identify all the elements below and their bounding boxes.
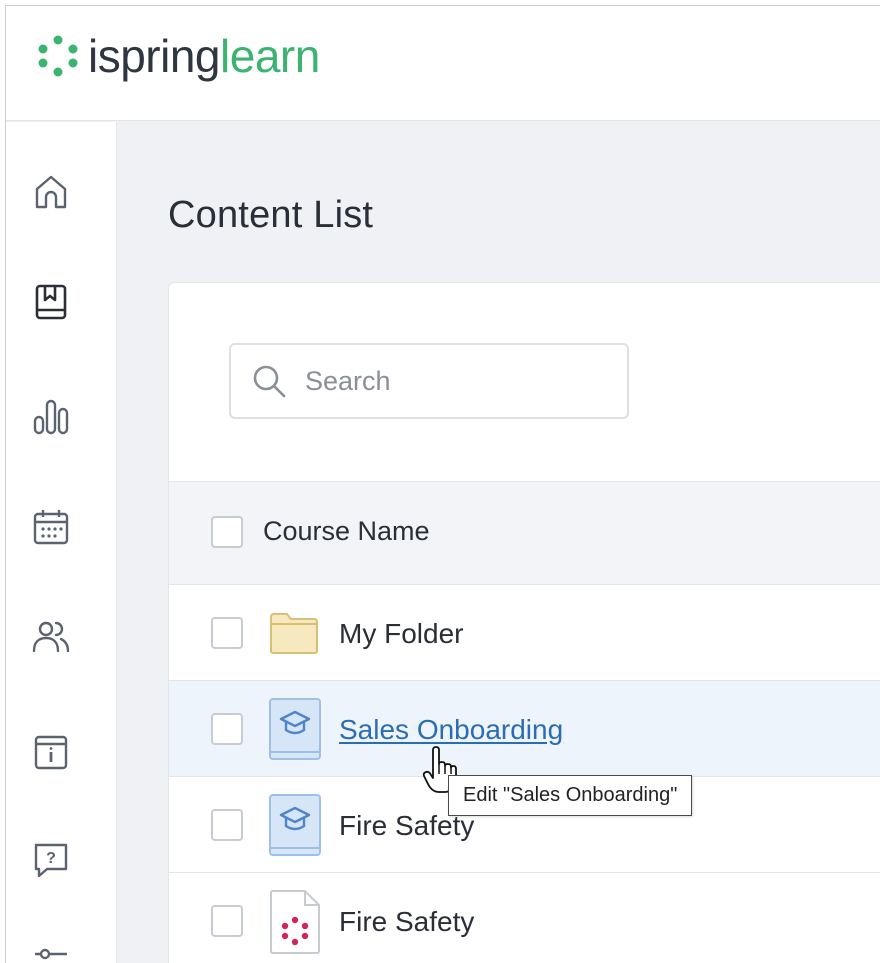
tooltip: Edit "Sales Onboarding" [448,775,693,816]
logo-text: ispringlearn [88,33,320,79]
top-bar: ispringlearn [6,6,880,121]
table-row[interactable]: Fire Safety [169,873,880,963]
content-list-card: Course Name My Folder [168,282,880,963]
ispring-logo-icon [38,35,78,77]
table-header: Course Name [169,481,880,585]
sidebar-item-reports[interactable] [31,397,71,437]
app-window: ispringlearn ? Content List Search Cours… [5,5,880,963]
folder-icon [270,613,318,654]
row-checkbox[interactable] [211,617,243,649]
search-box[interactable] [229,343,629,419]
sidebar-item-info[interactable] [31,732,71,772]
table-row[interactable]: Sales Onboarding [169,681,880,777]
sidebar-item-settings[interactable] [31,942,71,963]
course-icon [269,698,321,760]
course-icon [269,794,321,856]
select-all-checkbox[interactable] [211,516,243,548]
table-row[interactable]: My Folder [169,585,880,681]
home-icon [35,175,67,209]
sidebar-item-home[interactable] [31,172,71,212]
sidebar: ? [6,122,117,963]
main-content: Content List Course Name M [118,122,880,963]
book-icon [35,284,67,320]
logo-text-part2: learn [220,30,320,82]
info-icon [34,735,68,770]
row-checkbox[interactable] [211,905,243,937]
ispring-file-icon [270,890,320,954]
help-chat-icon: ? [34,843,68,878]
calendar-icon [33,510,69,545]
svg-text:?: ? [46,850,56,867]
column-header-course-name[interactable]: Course Name [263,516,430,547]
bar-chart-icon [33,399,69,435]
row-label[interactable]: Fire Safety [339,906,474,938]
row-checkbox[interactable] [211,809,243,841]
logo[interactable]: ispringlearn [34,26,320,86]
search-icon [253,365,286,398]
users-icon [32,621,70,653]
page-title: Content List [168,194,374,236]
sliders-icon [35,948,67,960]
sidebar-item-help[interactable]: ? [31,840,71,880]
sidebar-item-content[interactable] [31,282,71,322]
sidebar-item-calendar[interactable] [31,507,71,547]
row-label[interactable]: My Folder [339,618,463,650]
row-checkbox[interactable] [211,713,243,745]
row-label-link[interactable]: Sales Onboarding [339,714,563,746]
sidebar-item-users[interactable] [31,617,71,657]
search-input[interactable] [305,365,605,397]
logo-text-part1: ispring [88,30,221,82]
